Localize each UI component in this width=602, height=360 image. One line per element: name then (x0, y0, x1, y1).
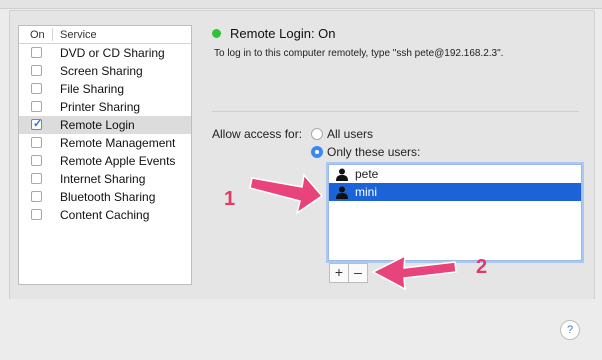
annotation-layer (249, 173, 457, 291)
arrow-1-icon (249, 173, 324, 215)
annotation-number-1: 1 (224, 188, 236, 210)
annotation-number-2: 2 (476, 256, 488, 278)
arrow-2-icon (371, 254, 457, 291)
